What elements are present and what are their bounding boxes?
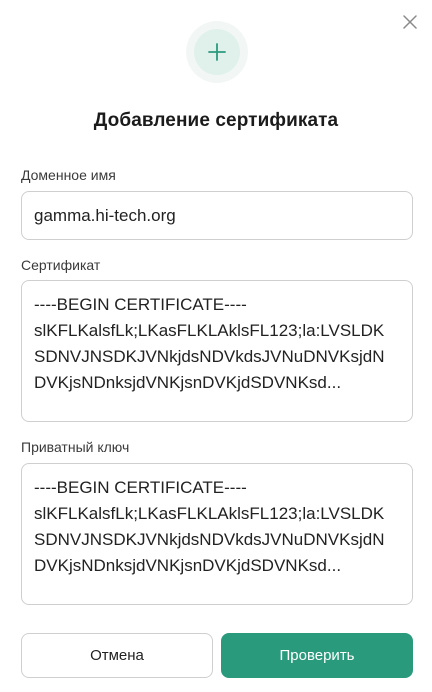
plus-icon [194, 29, 240, 75]
private-key-line: slKFLKalsfLk;LKasFLKLAklsFL123;la:LVSLDK [34, 504, 385, 523]
cancel-button[interactable]: Отмена [21, 633, 213, 678]
private-key-line: ----BEGIN CERTIFICATE---- [34, 478, 247, 497]
certificate-line: ----BEGIN CERTIFICATE---- [34, 295, 247, 314]
check-button[interactable]: Проверить [221, 633, 413, 678]
domain-input[interactable]: gamma.hi-tech.org [21, 191, 413, 240]
private-key-line: DVKjsNDnksjdVNKjsnDVKjdSDVNKsd... [34, 556, 342, 575]
private-key-line: SDNVJNSDKJVNkjdsNDVkdsJVNuDNVKsjdN [34, 530, 385, 549]
cancel-button-label: Отмена [90, 647, 144, 664]
certificate-label: Сертификат [21, 257, 101, 273]
domain-value: gamma.hi-tech.org [34, 205, 176, 225]
close-icon[interactable] [400, 12, 420, 32]
certificate-textarea[interactable]: ----BEGIN CERTIFICATE---- slKFLKalsfLk;L… [21, 280, 413, 422]
certificate-line: slKFLKalsfLk;LKasFLKLAklsFL123;la:LVSLDK [34, 321, 385, 340]
dialog-title: Добавление сертификата [93, 110, 339, 131]
domain-label: Доменное имя [21, 167, 116, 183]
certificate-line: SDNVJNSDKJVNkjdsNDVkdsJVNuDNVKsjdN [34, 347, 385, 366]
check-button-label: Проверить [279, 647, 355, 664]
private-key-label: Приватный ключ [21, 439, 130, 455]
hero-badge [186, 21, 248, 83]
certificate-line: DVKjsNDnksjdVNKjsnDVKjdSDVNKsd... [34, 373, 342, 392]
private-key-textarea[interactable]: ----BEGIN CERTIFICATE---- slKFLKalsfLk;L… [21, 463, 413, 605]
